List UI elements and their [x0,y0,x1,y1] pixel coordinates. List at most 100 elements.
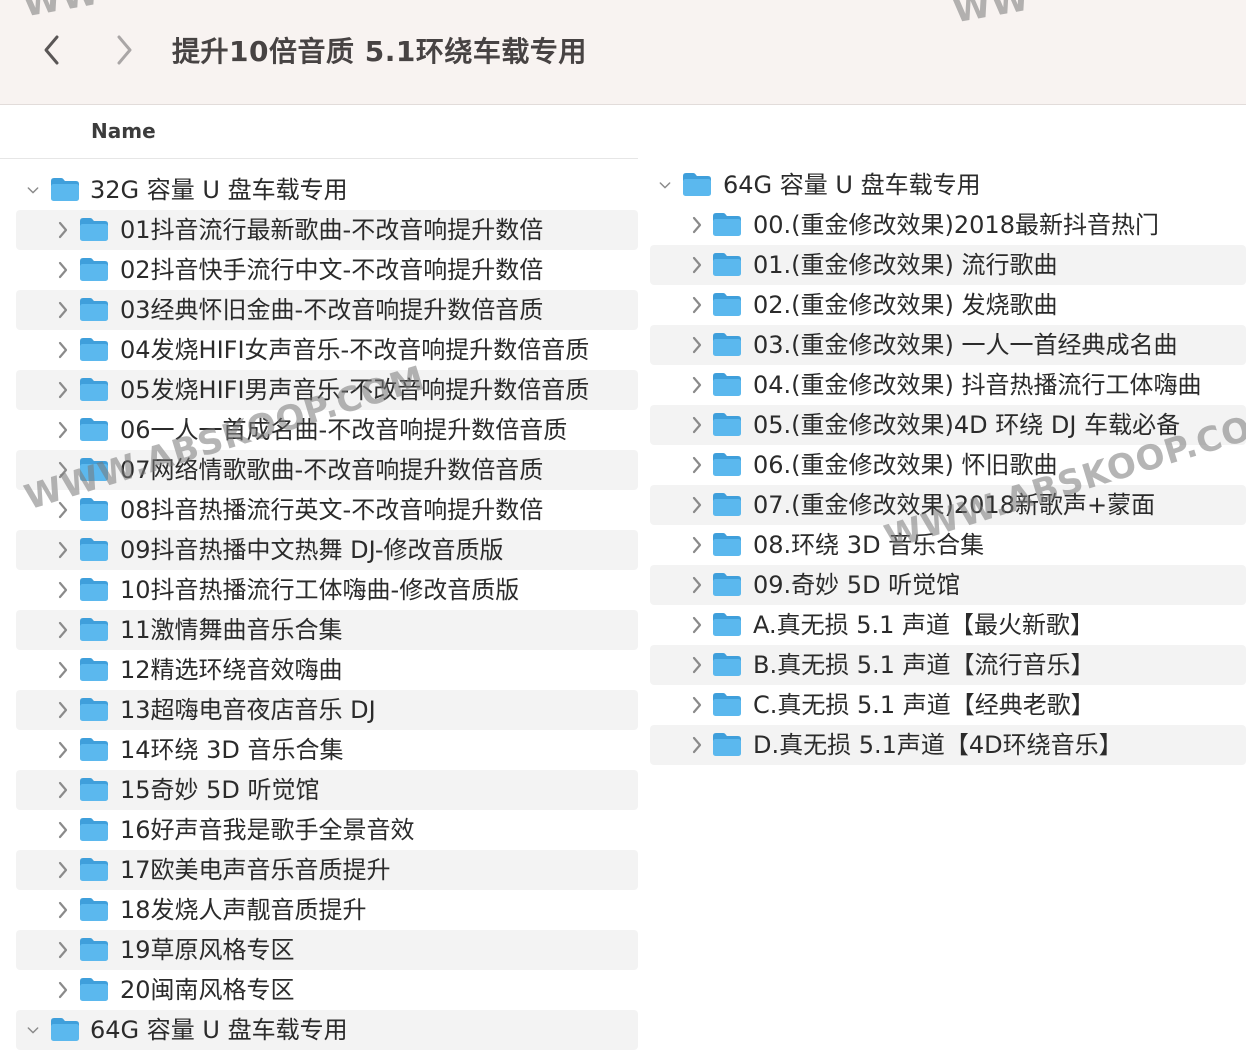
folder-row-parent[interactable]: 32G 容量 U 盘车载专用 [16,170,638,210]
disclosure-chevron-right-icon[interactable] [56,980,70,1000]
folder-name: 17欧美电声音乐音质提升 [120,856,391,884]
folder-row[interactable]: 07网络情歌歌曲-不改音响提升数倍音质 [16,450,638,490]
folder-row-parent[interactable]: 64G 容量 U 盘车载专用 [16,1010,638,1050]
disclosure-chevron-down-icon[interactable] [656,179,674,191]
folder-row[interactable]: B.真无损 5.1 声道【流行音乐】 [650,645,1246,685]
folder-row[interactable]: 05.(重金修改效果)4D 环绕 DJ 车载必备 [650,405,1246,445]
folder-row[interactable]: 10抖音热播流行工体嗨曲-修改音质版 [16,570,638,610]
disclosure-chevron-right-icon[interactable] [690,295,704,315]
folder-name: 03.(重金修改效果) 一人一首经典成名曲 [753,331,1178,359]
disclosure-chevron-right-icon[interactable] [56,420,70,440]
folder-row[interactable]: D.真无损 5.1声道【4D环绕音乐】 [650,725,1246,765]
folder-name: B.真无损 5.1 声道【流行音乐】 [753,651,1095,679]
disclosure-chevron-right-icon[interactable] [56,620,70,640]
folder-name: 64G 容量 U 盘车载专用 [90,1016,348,1044]
folder-row[interactable]: 13超嗨电音夜店音乐 DJ [16,690,638,730]
folder-icon [712,212,742,237]
disclosure-chevron-right-icon[interactable] [56,460,70,480]
folder-row[interactable]: 14环绕 3D 音乐合集 [16,730,638,770]
folder-row[interactable]: 06一人一首成名曲-不改音响提升数倍音质 [16,410,638,450]
folder-row[interactable]: 05发烧HIFI男声音乐-不改音响提升数倍音质 [16,370,638,410]
folder-row[interactable]: 20闽南风格专区 [16,970,638,1010]
folder-row-parent[interactable]: 64G 容量 U 盘车载专用 [650,165,1246,205]
folder-row[interactable]: 00.(重金修改效果)2018最新抖音热门 [650,205,1246,245]
folder-row[interactable]: 01.(重金修改效果) 流行歌曲 [650,245,1246,285]
folder-name: 09.奇妙 5D 听觉馆 [753,571,961,599]
disclosure-chevron-right-icon[interactable] [56,780,70,800]
disclosure-chevron-right-icon[interactable] [56,500,70,520]
folder-name: 06.(重金修改效果) 怀旧歌曲 [753,451,1058,479]
folder-row[interactable]: 09.奇妙 5D 听觉馆 [650,565,1246,605]
disclosure-chevron-right-icon[interactable] [56,820,70,840]
folder-name: 05.(重金修改效果)4D 环绕 DJ 车载必备 [753,411,1181,439]
folder-row[interactable]: 17欧美电声音乐音质提升 [16,850,638,890]
disclosure-chevron-right-icon[interactable] [56,660,70,680]
disclosure-chevron-right-icon[interactable] [690,735,704,755]
disclosure-chevron-right-icon[interactable] [690,615,704,635]
folder-row[interactable]: 16好声音我是歌手全景音效 [16,810,638,850]
folder-name: 18发烧人声靓音质提升 [120,896,367,924]
disclosure-chevron-right-icon[interactable] [56,940,70,960]
folder-name: 64G 容量 U 盘车载专用 [723,171,981,199]
disclosure-chevron-right-icon[interactable] [690,575,704,595]
folder-row[interactable]: 03.(重金修改效果) 一人一首经典成名曲 [650,325,1246,365]
disclosure-chevron-right-icon[interactable] [690,495,704,515]
folder-row[interactable]: 11激情舞曲音乐合集 [16,610,638,650]
folder-row[interactable]: 02.(重金修改效果) 发烧歌曲 [650,285,1246,325]
disclosure-chevron-right-icon[interactable] [56,340,70,360]
folder-row[interactable]: 12精选环绕音效嗨曲 [16,650,638,690]
forward-button[interactable] [110,30,138,70]
disclosure-chevron-right-icon[interactable] [690,375,704,395]
folder-row[interactable]: C.真无损 5.1 声道【经典老歌】 [650,685,1246,725]
folder-row[interactable]: 08抖音热播流行英文-不改音响提升数倍 [16,490,638,530]
folder-name: 10抖音热播流行工体嗨曲-修改音质版 [120,576,520,604]
folder-icon [712,652,742,677]
disclosure-chevron-right-icon[interactable] [690,415,704,435]
folder-icon [712,692,742,717]
folder-row[interactable]: A.真无损 5.1 声道【最火新歌】 [650,605,1246,645]
disclosure-chevron-right-icon[interactable] [56,260,70,280]
name-column-header[interactable]: Name [91,119,156,143]
folder-row[interactable]: 07.(重金修改效果)2018新歌声+蒙面 [650,485,1246,525]
disclosure-chevron-right-icon[interactable] [690,655,704,675]
folder-row[interactable]: 02抖音快手流行中文-不改音响提升数倍 [16,250,638,290]
folder-row[interactable]: 15奇妙 5D 听觉馆 [16,770,638,810]
disclosure-chevron-down-icon[interactable] [24,1024,42,1036]
folder-name: 03经典怀旧金曲-不改音响提升数倍音质 [120,296,544,324]
folder-name: D.真无损 5.1声道【4D环绕音乐】 [753,731,1123,759]
folder-icon [79,777,109,802]
folder-name: 08.环绕 3D 音乐合集 [753,531,985,559]
disclosure-chevron-right-icon[interactable] [690,695,704,715]
folder-row[interactable]: 04.(重金修改效果) 抖音热播流行工体嗨曲 [650,365,1246,405]
disclosure-chevron-right-icon[interactable] [56,580,70,600]
disclosure-chevron-down-icon[interactable] [24,184,42,196]
chevron-right-icon [117,35,132,65]
folder-row[interactable]: 09抖音热播中文热舞 DJ-修改音质版 [16,530,638,570]
folder-icon [50,1017,80,1042]
disclosure-chevron-right-icon[interactable] [56,220,70,240]
folder-row[interactable]: 18发烧人声靓音质提升 [16,890,638,930]
back-button[interactable] [38,30,66,70]
disclosure-chevron-right-icon[interactable] [56,900,70,920]
disclosure-chevron-right-icon[interactable] [56,540,70,560]
disclosure-chevron-right-icon[interactable] [690,335,704,355]
disclosure-chevron-right-icon[interactable] [690,455,704,475]
folder-row[interactable]: 06.(重金修改效果) 怀旧歌曲 [650,445,1246,485]
disclosure-chevron-right-icon[interactable] [690,535,704,555]
folder-icon [712,572,742,597]
disclosure-chevron-right-icon[interactable] [690,255,704,275]
folder-icon [712,412,742,437]
folder-row[interactable]: 19草原风格专区 [16,930,638,970]
disclosure-chevron-right-icon[interactable] [56,300,70,320]
disclosure-chevron-right-icon[interactable] [690,215,704,235]
disclosure-chevron-right-icon[interactable] [56,380,70,400]
disclosure-chevron-right-icon[interactable] [56,740,70,760]
folder-row[interactable]: 03经典怀旧金曲-不改音响提升数倍音质 [16,290,638,330]
disclosure-chevron-right-icon[interactable] [56,860,70,880]
folder-row[interactable]: 08.环绕 3D 音乐合集 [650,525,1246,565]
disclosure-chevron-right-icon[interactable] [56,700,70,720]
folder-row[interactable]: 01抖音流行最新歌曲-不改音响提升数倍 [16,210,638,250]
folder-icon [79,937,109,962]
folder-row[interactable]: 04发烧HIFI女声音乐-不改音响提升数倍音质 [16,330,638,370]
folder-name: 16好声音我是歌手全景音效 [120,816,415,844]
